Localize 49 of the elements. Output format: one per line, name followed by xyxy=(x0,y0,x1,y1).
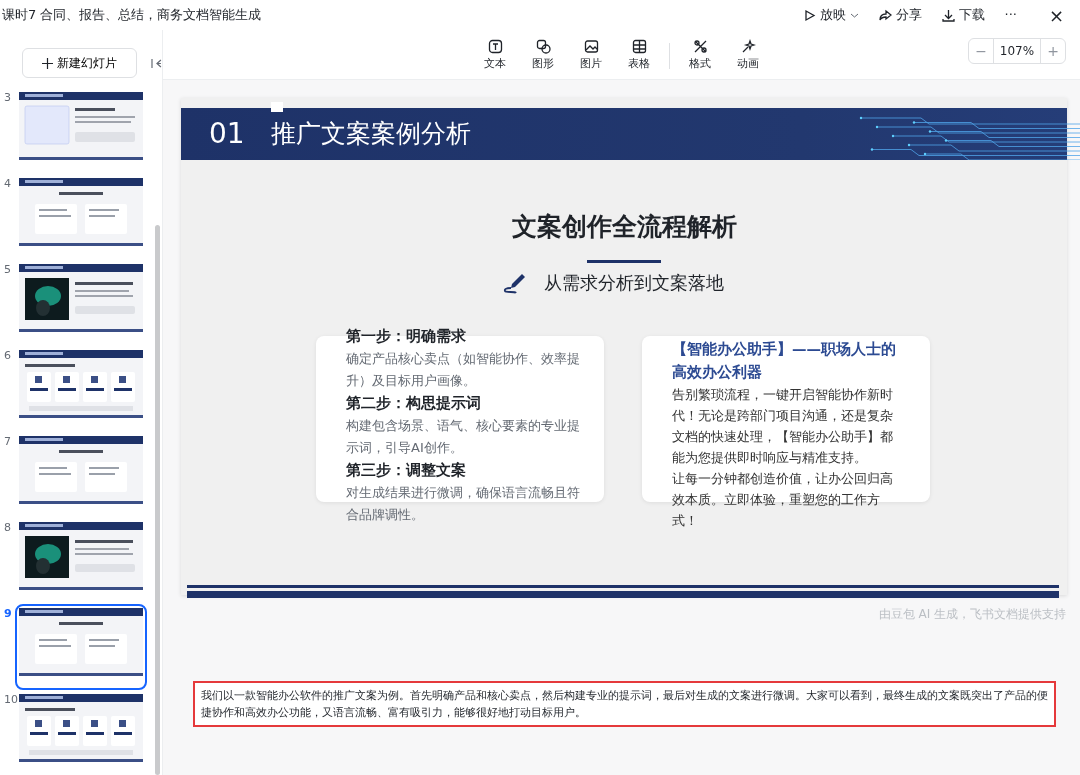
slide-number: 9 xyxy=(4,606,13,622)
step-text: 构建包含场景、语气、核心要素的专业提示词，引导AI创作。 xyxy=(346,416,581,457)
slide-number: 6 xyxy=(4,348,12,364)
share-button[interactable]: 分享 xyxy=(872,5,928,25)
shape-icon xyxy=(535,38,551,54)
slide-number: 7 xyxy=(4,434,12,450)
animation-tool[interactable]: 动画 xyxy=(724,38,772,73)
more-button[interactable]: ··· xyxy=(998,5,1023,25)
slide-subtitle: 从需求分析到文案落地 xyxy=(544,270,724,295)
scrollbar[interactable] xyxy=(155,225,160,775)
collapse-icon[interactable] xyxy=(151,57,162,69)
speaker-notes[interactable]: 我们以一款智能办公软件的推广文案为例。首先明确产品和核心卖点，然后构建专业的提示词，最后对生成的文案进行微调。大家可以看到，最终生成的文案既突出了产品的便捷协作和高效办公功能，又语言流畅、富有吸引力，能够很好地打动目标用户。 xyxy=(193,681,1056,727)
format-tool[interactable]: 格式 xyxy=(676,38,724,73)
download-icon xyxy=(941,8,955,22)
ad-paragraph: 告别繁琐流程，一键开启智能协作新时代！无论是跨部门项目沟通，还是复杂文档的快速处理，【智能办公助手】都能为您提供即时响应与精准支持。 xyxy=(672,385,894,467)
slide-number: 10 xyxy=(4,692,19,708)
slide-heading: 文案创作全流程解析 xyxy=(510,211,738,243)
step-text: 对生成结果进行微调，确保语言流畅且符合品牌调性。 xyxy=(346,483,581,524)
plus-icon xyxy=(42,57,54,69)
image-icon xyxy=(583,38,599,54)
new-slide-button[interactable]: 新建幻灯片 xyxy=(22,48,138,78)
present-button[interactable]: 放映 xyxy=(796,5,865,25)
step-title: 第二步：构思提示词 xyxy=(346,393,482,413)
slide-thumbnail[interactable] xyxy=(15,604,147,690)
section-number: 01 xyxy=(209,116,246,152)
ad-paragraph: 让每一分钟都创造价值，让办公回归高效本质。立即体验，重塑您的工作方式！ xyxy=(672,469,894,530)
image-tool[interactable]: 图片 xyxy=(567,38,615,73)
slide-number: 4 xyxy=(4,176,12,192)
play-icon xyxy=(802,8,816,22)
step-title: 第三步：调整文案 xyxy=(346,460,467,480)
deco-square xyxy=(271,102,283,112)
download-button[interactable]: 下载 xyxy=(935,5,991,25)
zoom-level[interactable]: 107% xyxy=(993,39,1041,63)
shape-tool[interactable]: 图形 xyxy=(519,38,567,73)
text-icon xyxy=(487,38,503,54)
table-tool[interactable]: 表格 xyxy=(615,38,663,73)
sparkle-icon xyxy=(740,38,756,54)
slide-number: 8 xyxy=(4,520,12,536)
text-tool[interactable]: 文本 xyxy=(471,38,519,73)
table-icon xyxy=(631,38,647,54)
share-icon xyxy=(878,8,892,22)
window-title: 课时7 合同、报告、总结，商务文档智能生成 xyxy=(2,6,262,25)
ad-title: 【智能办公助手】——职场人士的高效办公利器 xyxy=(672,339,897,382)
close-button[interactable]: × xyxy=(1042,1,1070,29)
step-title: 第一步：明确需求 xyxy=(346,326,467,346)
step-text: 确定产品核心卖点（如智能协作、效率提升）及目标用户画像。 xyxy=(346,349,581,390)
slide-number: 5 xyxy=(4,262,12,278)
slide-title: 推广文案案例分析 xyxy=(271,119,471,149)
slide-number: 3 xyxy=(4,90,12,106)
